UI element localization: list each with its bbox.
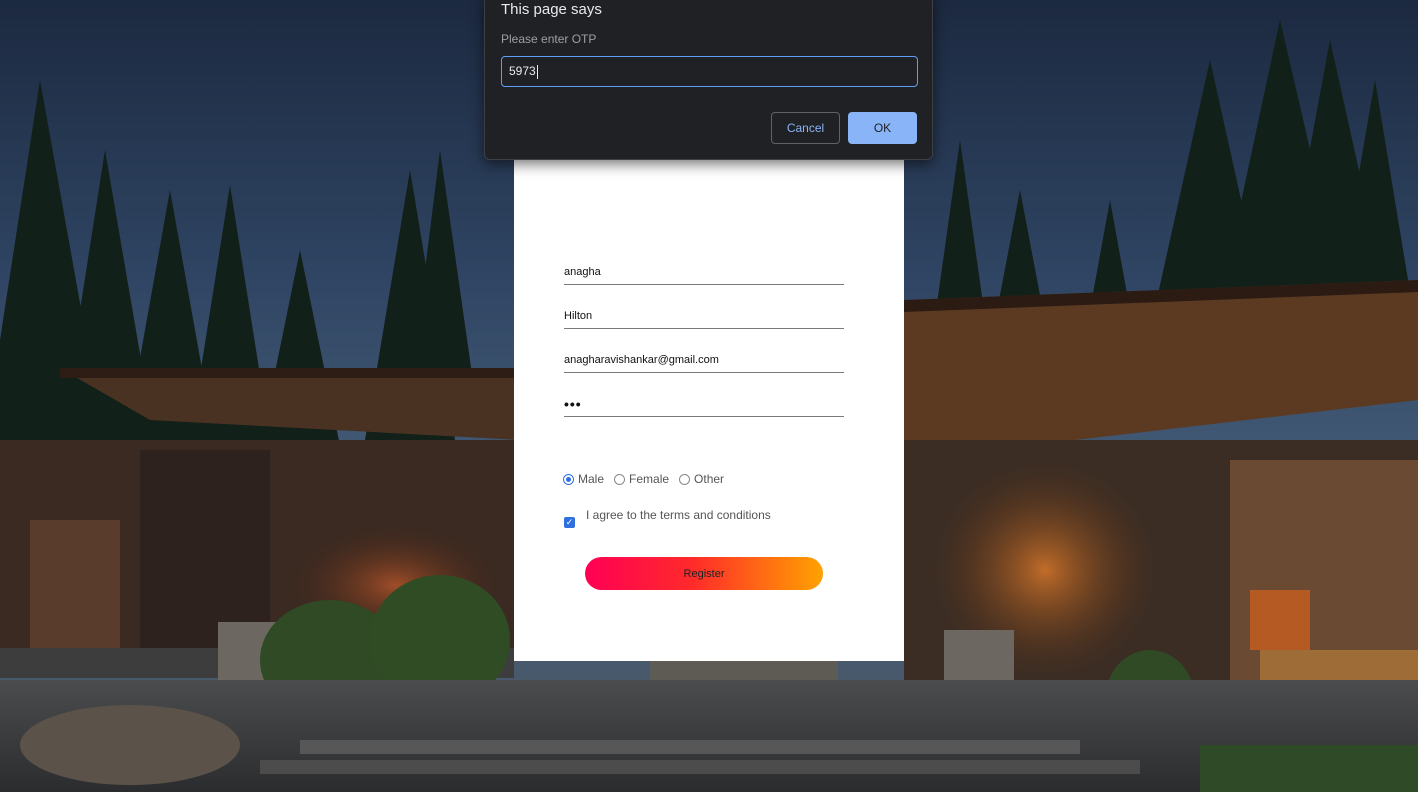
cancel-button[interactable]: Cancel — [771, 112, 840, 144]
last-name-input[interactable]: Hilton — [564, 303, 844, 329]
password-mask: ••• — [564, 396, 582, 412]
register-button[interactable]: Register — [585, 557, 823, 590]
text-caret — [536, 64, 538, 79]
email-value: anagharavishankar@gmail.com — [564, 354, 719, 366]
last-name-value: Hilton — [564, 310, 593, 322]
gender-radio-group: Male Female Other — [563, 472, 734, 486]
otp-input-value: 5973 — [509, 64, 536, 78]
first-name-value: anagha — [564, 266, 601, 278]
otp-input[interactable]: 5973 — [501, 56, 918, 87]
dialog-message: Please enter OTP — [501, 32, 597, 46]
gender-label-female: Female — [629, 472, 670, 486]
email-input[interactable]: anagharavishankar@gmail.com — [564, 347, 844, 373]
ok-button-label: OK — [873, 121, 892, 135]
gender-option-other[interactable]: Other — [679, 472, 724, 486]
radio-icon[interactable] — [614, 473, 626, 485]
ok-button[interactable]: OK — [848, 112, 917, 144]
registration-form: anagha Hilton anagharavishankar@gmail.co… — [514, 150, 904, 661]
radio-icon[interactable] — [563, 473, 574, 485]
radio-icon[interactable] — [679, 473, 691, 485]
gender-option-female[interactable]: Female — [614, 472, 669, 486]
password-input[interactable]: ••• — [564, 391, 844, 417]
gender-option-male[interactable]: Male — [563, 472, 604, 486]
terms-label: I agree to the terms and conditions — [586, 508, 771, 522]
check-icon: ✓ — [565, 517, 574, 527]
otp-prompt-dialog: This page says Please enter OTP 5973 Can… — [484, 0, 933, 160]
terms-checkbox[interactable]: ✓ — [564, 517, 575, 528]
gender-label-male: Male — [578, 472, 605, 486]
terms-row: ✓ I agree to the terms and conditions — [564, 508, 771, 528]
register-button-label: Register — [683, 567, 725, 580]
dialog-title: This page says — [501, 1, 602, 18]
gender-label-other: Other — [694, 472, 725, 486]
first-name-input[interactable]: anagha — [564, 259, 844, 285]
cancel-button-label: Cancel — [786, 121, 825, 135]
